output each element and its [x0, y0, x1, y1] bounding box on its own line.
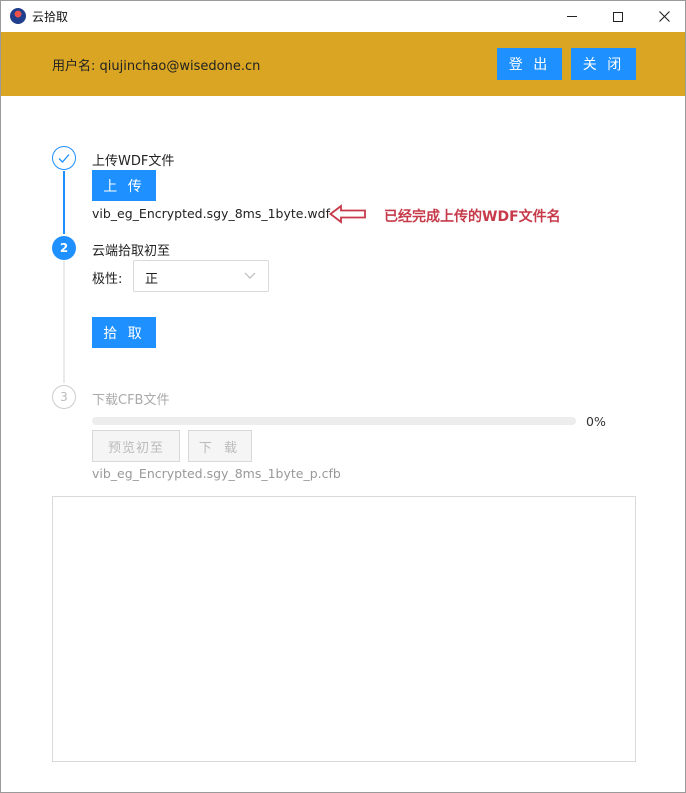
- minimize-icon: [567, 16, 577, 17]
- step2-title: 云端拾取初至: [92, 244, 171, 259]
- title-bar: 云拾取: [1, 1, 685, 32]
- maximize-button[interactable]: [595, 1, 641, 32]
- check-icon: [58, 154, 70, 163]
- header-bar: 用户名: qiujinchao@wisedone.cn 登 出 关 闭: [1, 32, 685, 96]
- upload-button[interactable]: 上 传: [92, 170, 156, 201]
- window-close-button[interactable]: [641, 1, 686, 32]
- step3-waiting-circle: 3: [52, 385, 76, 409]
- download-progress-bar: [92, 417, 576, 425]
- polarity-label: 极性:: [92, 272, 123, 287]
- close-icon: [658, 11, 670, 22]
- step1-finished-circle: [52, 146, 76, 170]
- step2-active-circle: 2: [52, 236, 76, 260]
- polarity-select[interactable]: 正: [133, 260, 269, 292]
- progress-percent: 0%: [586, 414, 606, 429]
- left-arrow-icon: [329, 204, 366, 224]
- log-output-area[interactable]: [52, 496, 636, 762]
- maximize-icon: [613, 11, 623, 22]
- annotation-text: 已经完成上传的WDF文件名: [384, 209, 561, 225]
- minimize-button[interactable]: [549, 1, 595, 32]
- app-window: 云拾取 用户名: qiujinchao@wisedone.cn 登 出 关 闭 …: [0, 0, 686, 793]
- pick-button[interactable]: 拾 取: [92, 317, 156, 348]
- cfb-filename: vib_eg_Encrypted.sgy_8ms_1byte_p.cfb: [92, 466, 341, 481]
- step1-connector-line: [63, 171, 65, 234]
- close-button[interactable]: 关 闭: [571, 48, 636, 80]
- chevron-down-icon: [244, 272, 256, 279]
- username-label: 用户名: qiujinchao@wisedone.cn: [52, 59, 261, 74]
- uploaded-filename: vib_eg_Encrypted.sgy_8ms_1byte.wdf: [92, 206, 330, 221]
- step2-connector-line: [63, 261, 65, 383]
- step3-title: 下载CFB文件: [92, 393, 170, 408]
- polarity-selected-value: 正: [145, 272, 159, 287]
- logout-button[interactable]: 登 出: [497, 48, 562, 80]
- window-title: 云拾取: [32, 10, 69, 24]
- step1-title: 上传WDF文件: [92, 154, 175, 169]
- app-logo-icon: [10, 8, 26, 24]
- download-button[interactable]: 下 载: [188, 430, 252, 462]
- preview-picks-button[interactable]: 预览初至: [92, 430, 180, 462]
